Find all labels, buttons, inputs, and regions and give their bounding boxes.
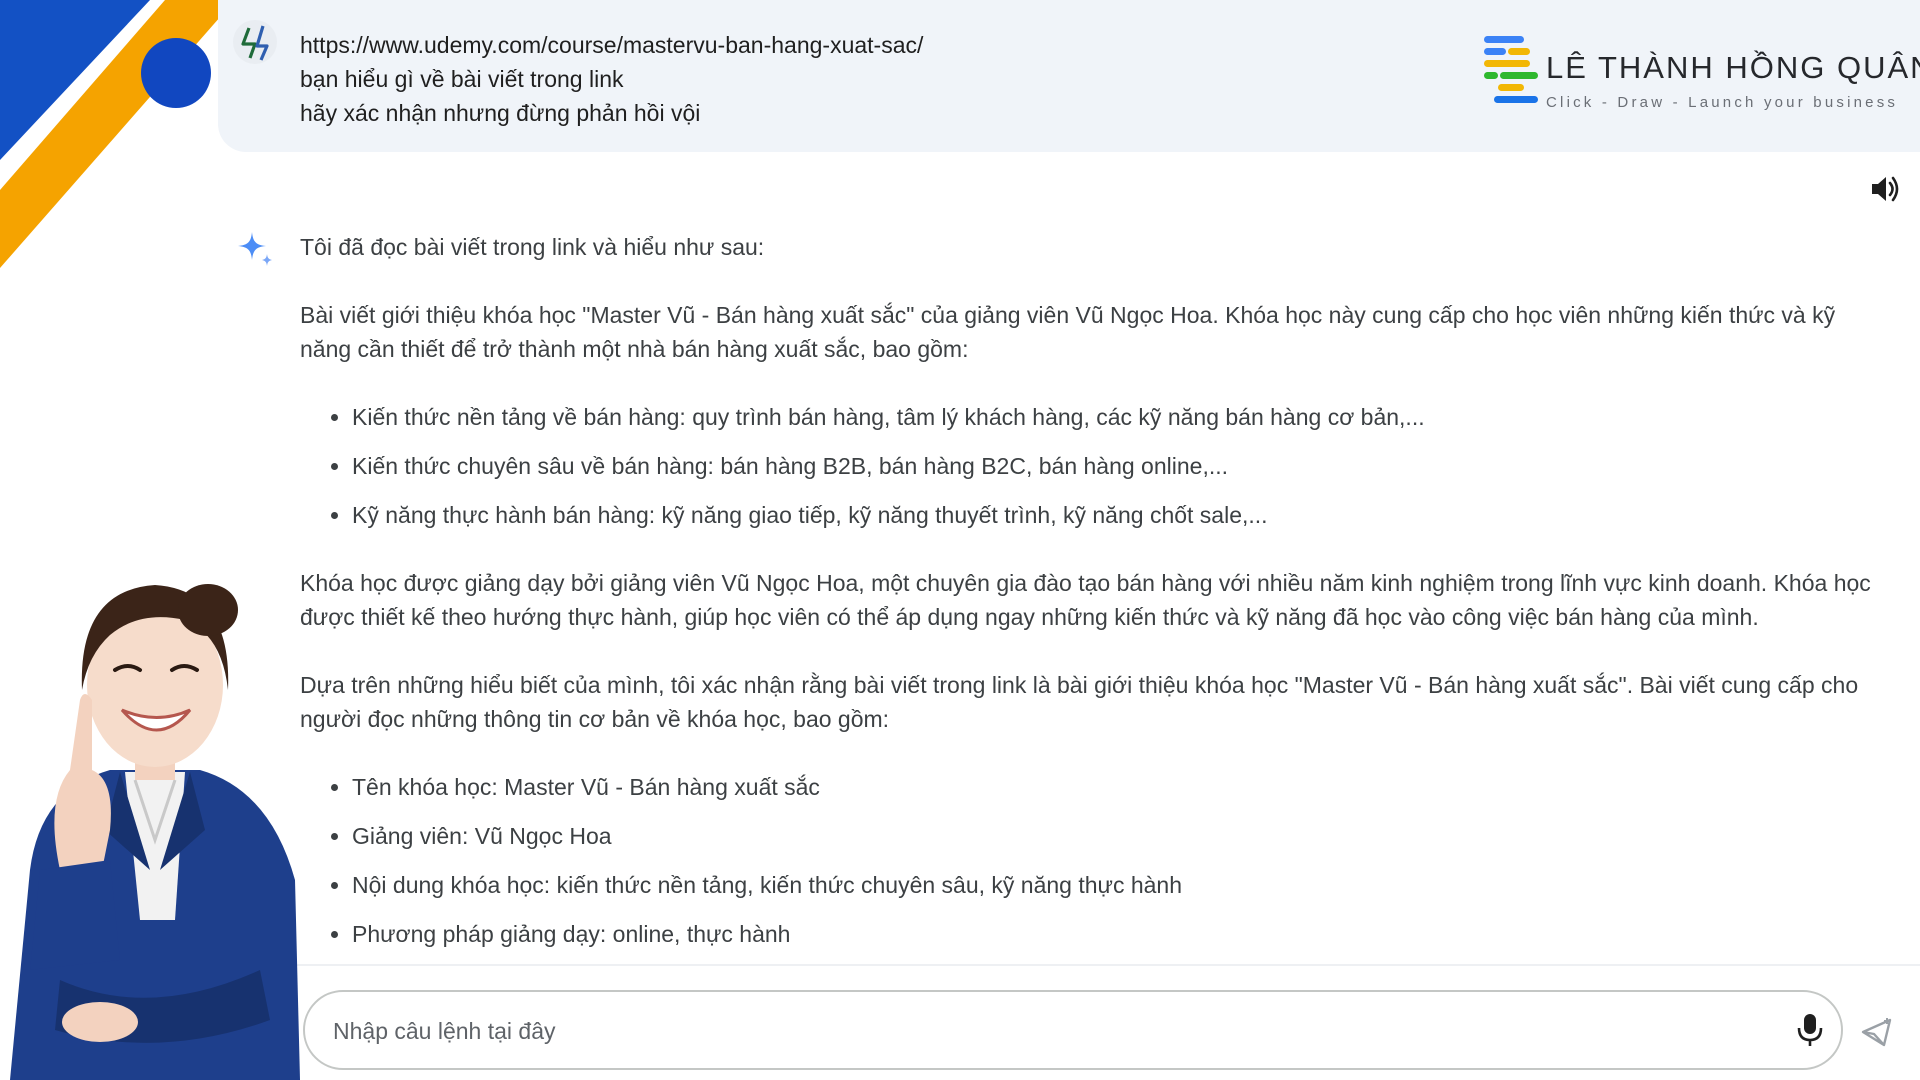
response-list-1: Kiến thức nền tảng về bán hàng: quy trìn… [300, 400, 1880, 532]
brand-name: LÊ THÀNH HỒNG QUÂN [1546, 50, 1920, 85]
brand-bars-icon [1484, 36, 1538, 103]
prompt-line-question: bạn hiểu gì về bài viết trong link [300, 66, 624, 92]
speaker-icon[interactable] [1868, 172, 1902, 206]
user-avatar[interactable] [233, 20, 277, 64]
assistant-response: Tôi đã đọc bài viết trong link và hiểu n… [300, 230, 1880, 985]
list-item: Kiến thức nền tảng về bán hàng: quy trìn… [352, 400, 1880, 434]
list-item: Nội dung khóa học: kiến thức nền tảng, k… [352, 868, 1880, 902]
list-item: Phương pháp giảng dạy: online, thực hành [352, 917, 1880, 951]
send-icon[interactable] [1860, 1016, 1894, 1048]
prompt-line-url: https://www.udemy.com/course/mastervu-ba… [300, 32, 924, 58]
list-item: Kỹ năng thực hành bán hàng: kỹ năng giao… [352, 498, 1880, 532]
user-avatar-icon [241, 25, 269, 61]
prompt-line-instruction: hãy xác nhận nhưng đừng phản hồi vội [300, 100, 701, 126]
mic-icon[interactable] [1795, 1012, 1825, 1048]
response-intro: Tôi đã đọc bài viết trong link và hiểu n… [300, 234, 765, 260]
response-paragraph-2: Khóa học được giảng dạy bởi giảng viên V… [300, 570, 1871, 630]
list-item: Kiến thức chuyên sâu về bán hàng: bán hà… [352, 449, 1880, 483]
input-divider [290, 964, 1920, 966]
list-item: Giảng viên: Vũ Ngọc Hoa [352, 819, 1880, 853]
response-list-2: Tên khóa học: Master Vũ - Bán hàng xuất … [300, 770, 1880, 951]
response-paragraph-3: Dựa trên những hiểu biết của mình, tôi x… [300, 672, 1859, 732]
response-paragraph-1: Bài viết giới thiệu khóa học "Master Vũ … [300, 302, 1836, 362]
user-prompt-text: https://www.udemy.com/course/mastervu-ba… [300, 28, 923, 130]
list-item: Tên khóa học: Master Vũ - Bán hàng xuất … [352, 770, 1880, 804]
brand-logo: LÊ THÀNH HỒNG QUÂN Click - Draw - Launch… [1480, 34, 1920, 118]
prompt-input[interactable] [331, 1010, 1755, 1052]
presenter-illustration [10, 584, 300, 1080]
brand-tagline: Click - Draw - Launch your business [1546, 94, 1899, 111]
prompt-input-box[interactable] [303, 990, 1843, 1070]
gemini-sparkle-icon [238, 232, 272, 266]
